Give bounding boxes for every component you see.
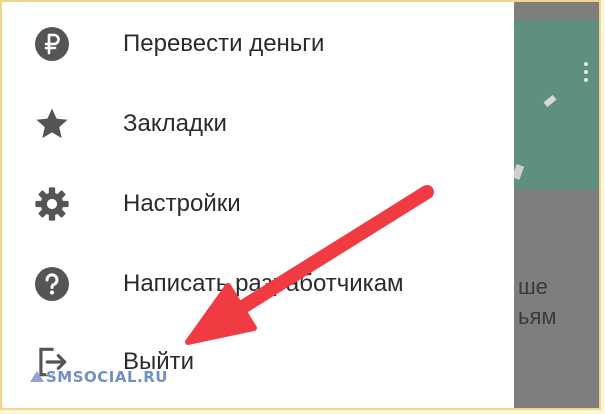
menu-item-label: Закладки [123, 110, 227, 137]
navigation-drawer: Перевести деньги Закладки Настройки Напи… [2, 2, 514, 408]
help-icon [32, 264, 72, 304]
menu-item-transfer-money[interactable]: Перевести деньги [2, 14, 514, 74]
menu-item-label: Написать разработчикам [123, 270, 404, 297]
menu-item-bookmarks[interactable]: Закладки [2, 94, 514, 154]
confetti-decoration [543, 94, 557, 108]
menu-item-contact-developers[interactable]: Написать разработчикам [2, 254, 514, 314]
app-content-dimmed[interactable]: ше ьям [514, 2, 599, 408]
confetti-decoration [514, 164, 525, 180]
content-card [514, 20, 599, 190]
more-options-icon [584, 62, 588, 86]
content-text-fragment: ьям [518, 304, 557, 329]
watermark: SMSOCIAL.RU [46, 368, 168, 386]
ruble-icon [32, 24, 72, 64]
gear-icon [32, 184, 72, 224]
menu-item-label: Настройки [123, 190, 241, 217]
content-text-fragment: ше [518, 274, 548, 299]
star-icon [32, 104, 72, 144]
menu-item-settings[interactable]: Настройки [2, 174, 514, 234]
menu-item-label: Перевести деньги [123, 30, 325, 57]
watermark-logo-icon [30, 371, 44, 382]
screenshot-frame: ше ьям Перевести деньги Закладки Настрой… [0, 0, 601, 410]
